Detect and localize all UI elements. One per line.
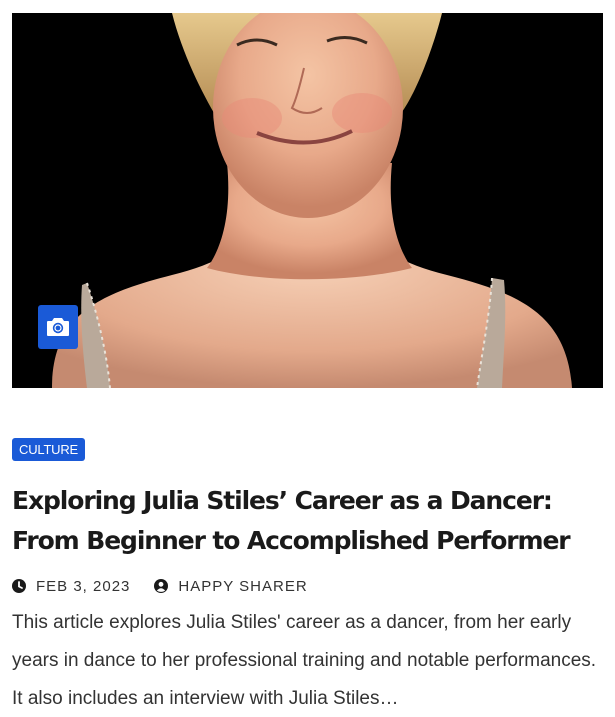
article-meta: FEB 3, 2023 HAPPY SHARER: [12, 576, 308, 596]
post-date[interactable]: FEB 3, 2023: [36, 578, 130, 595]
user-circle-icon: [154, 579, 169, 593]
author-meta: HAPPY SHARER: [154, 578, 307, 595]
author-link[interactable]: HAPPY SHARER: [178, 578, 307, 595]
article-title[interactable]: Exploring Julia Stiles’ Career as a Danc…: [12, 481, 607, 561]
camera-icon: [47, 318, 69, 336]
category-tag[interactable]: CULTURE: [12, 438, 86, 461]
article-excerpt: This article explores Julia Stiles' care…: [12, 612, 597, 709]
featured-image[interactable]: [12, 13, 603, 388]
date-meta: FEB 3, 2023: [12, 578, 130, 595]
camera-button[interactable]: [38, 305, 78, 349]
portrait-illustration: [12, 13, 603, 388]
clock-icon: [12, 579, 26, 593]
